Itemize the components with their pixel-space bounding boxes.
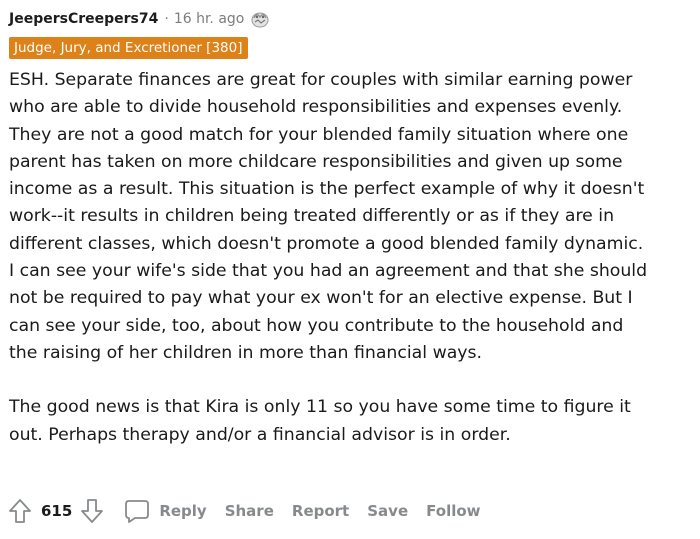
username-link[interactable]: JeepersCreepers74 xyxy=(9,11,158,27)
user-flair: Judge, Jury, and Excretioner [380] xyxy=(9,37,248,59)
share-button[interactable]: Share xyxy=(225,502,274,520)
report-button[interactable]: Report xyxy=(292,502,349,520)
save-button[interactable]: Save xyxy=(367,502,408,520)
comment-paragraph: ESH. Separate finances are great for cou… xyxy=(9,70,648,363)
comment-actions: 615 Reply Share Report Save Follow xyxy=(8,494,481,528)
comment: JeepersCreepers74 · 16 hr. ago Judge, Ju… xyxy=(0,0,700,539)
comment-body: ESH. Separate finances are great for cou… xyxy=(9,67,697,449)
timestamp[interactable]: 16 hr. ago xyxy=(174,11,245,27)
comment-meta: JeepersCreepers74 · 16 hr. ago xyxy=(9,8,270,30)
reply-label: Reply xyxy=(159,502,207,520)
speech-bubble-icon xyxy=(125,500,150,523)
downvote-arrow-icon[interactable] xyxy=(80,497,104,525)
upvote-arrow-icon[interactable] xyxy=(8,497,32,525)
follow-button[interactable]: Follow xyxy=(426,502,480,520)
vote-score: 615 xyxy=(41,502,73,520)
comment-paragraph: The good news is that Kira is only 11 so… xyxy=(9,397,631,445)
award-badge-icon[interactable] xyxy=(250,9,270,29)
separator-dot: · xyxy=(164,11,169,27)
flair-text: Judge, Jury, and Excretioner [380] xyxy=(14,40,243,56)
reply-button[interactable]: Reply xyxy=(124,498,207,524)
